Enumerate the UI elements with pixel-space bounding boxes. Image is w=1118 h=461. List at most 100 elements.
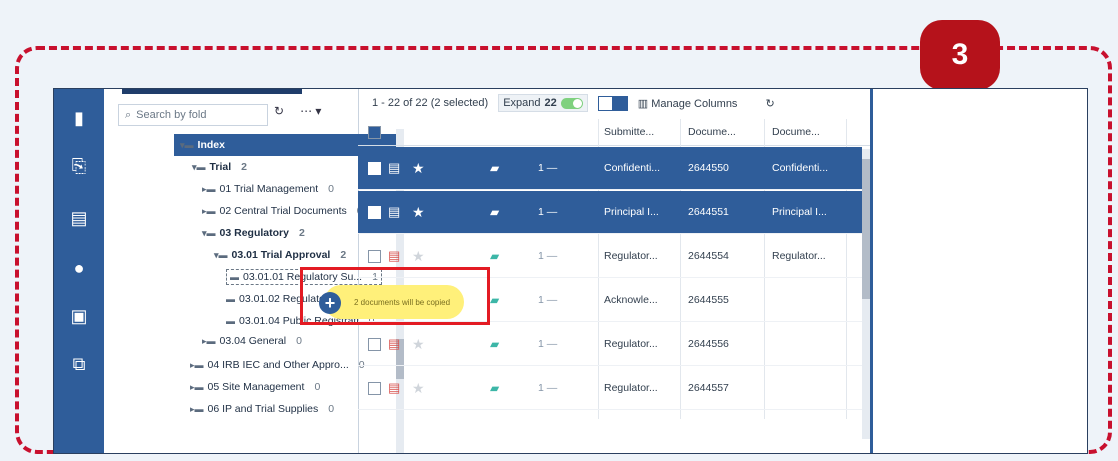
tree-node-04[interactable]: ▸▬ 04 IRB IEC and Other Appro... 0 <box>190 359 365 371</box>
manage-columns-button[interactable]: ▥ Manage Columns <box>638 97 738 110</box>
book-icon: ▰ <box>490 205 500 219</box>
panel-header-strip <box>122 89 302 94</box>
tree-node-count: 0 <box>328 403 335 415</box>
tree-node-count: 2 <box>298 227 305 239</box>
cell-submitter: Regulator... <box>604 338 658 350</box>
star-icon[interactable]: ★ <box>412 147 425 189</box>
book-icon: ▰ <box>490 161 500 175</box>
expand-toggle[interactable]: Expand 22 <box>498 94 588 112</box>
preview-pane <box>870 89 1087 453</box>
cell-document-id: 2644556 <box>688 338 729 350</box>
version-icon: 1 — <box>538 338 558 350</box>
cell-document-type: Confidenti... <box>772 162 829 174</box>
grid-scrollbar[interactable] <box>862 149 870 439</box>
version-icon: 1 — <box>538 294 558 306</box>
tree-node-03-01[interactable]: ▾▬ 03.01 Trial Approval 2 <box>214 249 346 261</box>
column-header[interactable]: Submitte... <box>604 119 654 145</box>
folder-open-icon: ▾▬ <box>192 161 206 172</box>
folder-search-input[interactable]: ⌕ Search by fold <box>118 104 268 126</box>
select-all-checkbox[interactable] <box>368 119 381 145</box>
tree-node-06[interactable]: ▸▬ 06 IP and Trial Supplies 0 <box>190 403 334 415</box>
pdf-icon: ▤ <box>388 204 401 219</box>
cell-document-id: 2644555 <box>688 294 729 306</box>
copy-icon[interactable]: ⧉ <box>66 351 92 377</box>
app-window: ▮ ⎘ ▤ ● ▣ ⧉ ⌕ Search by fold ↻ ⋯ ▾ ▾▬ In… <box>53 88 1088 454</box>
table-row[interactable]: ▤ ★ ▰ 1 — Regulator... 2644557 <box>358 367 862 410</box>
folder-icon: ▬ <box>226 316 235 326</box>
tree-node-05[interactable]: ▸▬ 05 Site Management 0 <box>190 381 320 393</box>
id-card-icon[interactable]: ▣ <box>66 303 92 329</box>
star-icon[interactable]: ★ <box>412 367 425 409</box>
left-icon-rail: ▮ ⎘ ▤ ● ▣ ⧉ <box>54 89 104 453</box>
clipboard-icon[interactable]: ⎘ <box>66 153 92 179</box>
tree-node-03[interactable]: ▾▬ 03 Regulatory 2 <box>202 227 305 239</box>
version-icon: 1 — <box>538 206 558 218</box>
pdf-icon: ▤ <box>388 336 401 351</box>
cell-document-id: 2644557 <box>688 382 729 394</box>
cell-submitter: Regulator... <box>604 250 658 262</box>
tree-node-label: 02 Central Trial Documents <box>219 205 347 217</box>
star-icon[interactable]: ★ <box>412 191 425 233</box>
toggle-switch[interactable] <box>560 97 583 109</box>
table-row[interactable]: ▤ ★ ▰ 1 — Regulator... 2644556 <box>358 323 862 366</box>
folder-open-icon: ▾▬ <box>202 227 216 238</box>
expand-count: 22 <box>544 97 557 109</box>
tree-node-03-04[interactable]: ▸▬ 03.04 General 0 <box>202 335 302 347</box>
refresh-icon[interactable]: ↻ <box>274 104 284 118</box>
cell-document-id: 2644550 <box>688 162 729 174</box>
folder-icon: ▸▬ <box>202 183 216 194</box>
book-icon: ▰ <box>490 381 500 395</box>
folder-open-icon: ▾▬ <box>180 139 194 150</box>
tree-node-label: 06 IP and Trial Supplies <box>207 403 319 415</box>
tree-node-label: 01 Trial Management <box>219 183 319 195</box>
tree-node-label: 05 Site Management <box>207 381 305 393</box>
tree-node-label: 03.04 General <box>219 335 287 347</box>
row-checkbox[interactable] <box>368 147 381 189</box>
scroll-thumb[interactable] <box>862 159 870 299</box>
tree-node-label: Index <box>197 139 225 151</box>
row-checkbox[interactable] <box>368 367 381 409</box>
column-header[interactable]: Docume... <box>772 119 820 145</box>
view-switcher[interactable] <box>597 95 628 111</box>
expand-label: Expand <box>503 97 541 109</box>
table-row[interactable]: ▤ ★ ▰ 1 — Confidenti... 2644550 Confiden… <box>358 147 862 190</box>
list-view-icon[interactable] <box>612 95 628 111</box>
tree-node-count: 0 <box>296 335 302 347</box>
pdf-icon: ▤ <box>388 160 401 175</box>
tree-node-01[interactable]: ▸▬ 01 Trial Management 0 <box>202 183 334 195</box>
cell-submitter: Regulator... <box>604 382 658 394</box>
folder-icon: ▬ <box>226 294 235 304</box>
cell-document-type: Regulator... <box>772 250 826 262</box>
row-checkbox[interactable] <box>368 323 381 365</box>
tree-node-label: 04 IRB IEC and Other Appro... <box>207 359 349 371</box>
globe-icon[interactable]: ● <box>66 255 92 281</box>
book-icon[interactable]: ▤ <box>66 205 92 231</box>
star-icon[interactable]: ★ <box>412 323 425 365</box>
folder-open-icon: ▾▬ <box>214 249 228 260</box>
cell-document-id: 2644551 <box>688 206 729 218</box>
cell-document-id: 2644554 <box>688 250 729 262</box>
step-badge: 3 <box>920 20 1000 90</box>
search-placeholder: Search by fold <box>136 109 207 121</box>
tree-node-trial[interactable]: ▾▬ Trial 2 <box>192 161 247 173</box>
tree-node-label: 03.01 Trial Approval <box>231 249 331 261</box>
folder-icon: ▸▬ <box>190 403 204 414</box>
cell-submitter: Confidenti... <box>604 162 661 174</box>
cell-submitter: Acknowle... <box>604 294 658 306</box>
column-header[interactable]: Docume... <box>688 119 736 145</box>
more-options-icon[interactable]: ⋯ ▾ <box>300 104 321 118</box>
result-summary: 1 - 22 of 22 (2 selected) <box>372 97 489 109</box>
grid-toolbar: 1 - 22 of 22 (2 selected) Expand 22 ▥ Ma… <box>358 89 870 117</box>
table-row[interactable]: ▤ ★ ▰ 1 — Principal I... 2644551 Princip… <box>358 191 862 234</box>
row-checkbox[interactable] <box>368 191 381 233</box>
cell-submitter: Principal I... <box>604 206 659 218</box>
cell-document-type: Principal I... <box>772 206 827 218</box>
tree-node-02[interactable]: ▸▬ 02 Central Trial Documents 0 <box>202 205 363 217</box>
grid-header: Submitte... Docume... Docume... <box>358 119 870 146</box>
book-icon: ▰ <box>490 249 500 263</box>
grid-view-icon[interactable] <box>597 95 613 111</box>
refresh-icon[interactable]: ↻ <box>765 97 774 110</box>
document-icon[interactable]: ▮ <box>66 105 92 131</box>
folder-icon: ▸▬ <box>202 205 216 216</box>
pdf-icon: ▤ <box>388 380 401 395</box>
